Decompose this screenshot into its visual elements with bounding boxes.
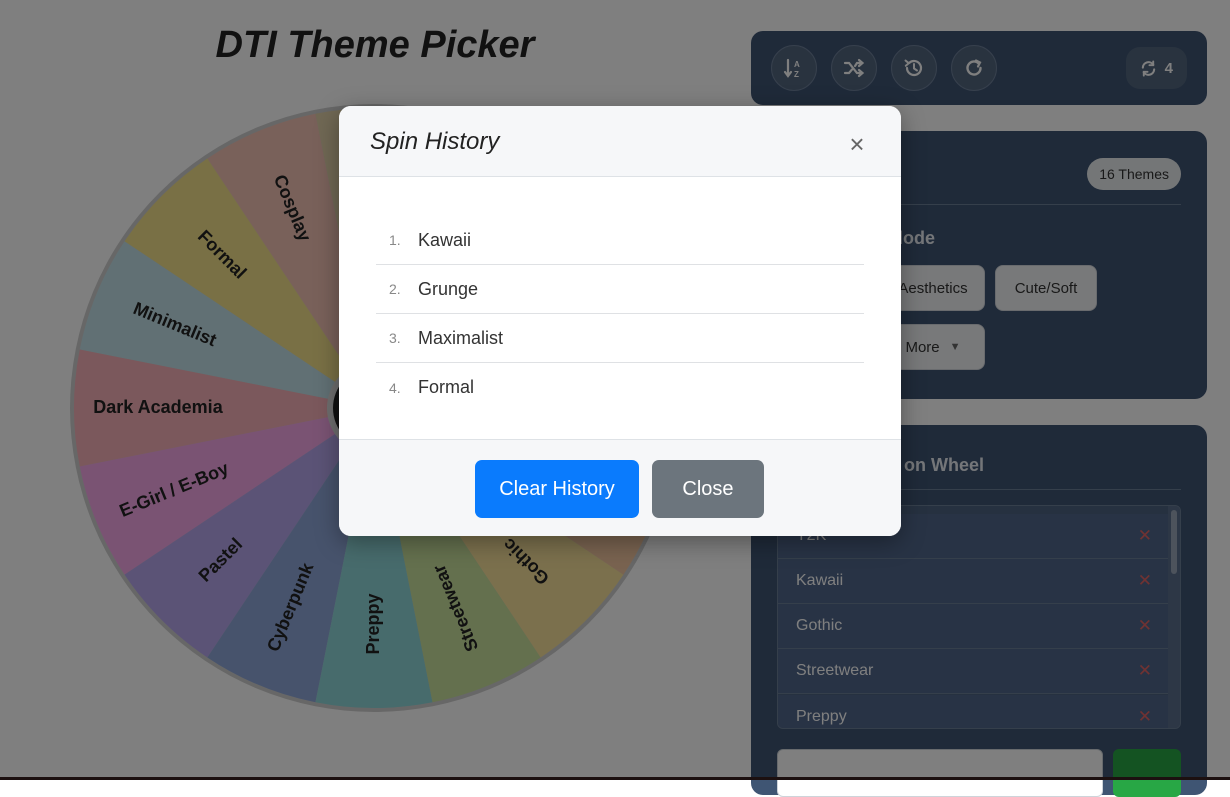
history-number: 4. <box>389 379 401 396</box>
history-list: 1. Kawaii 2. Grunge 3. Maximalist 4. For… <box>376 216 864 412</box>
modal-title: Spin History <box>370 128 500 155</box>
history-theme: Grunge <box>418 278 479 299</box>
history-theme: Maximalist <box>418 327 504 348</box>
modal-footer: Clear History Close <box>339 439 901 536</box>
history-item: 3. Maximalist <box>376 314 864 363</box>
spin-history-modal: Spin History × 1. Kawaii 2. Grunge 3. Ma… <box>339 106 901 536</box>
modal-header: Spin History × <box>339 106 901 177</box>
history-number: 1. <box>389 232 401 248</box>
history-number: 2. <box>389 281 401 297</box>
history-item: 1. Kawaii <box>376 216 864 265</box>
history-number: 3. <box>389 330 401 346</box>
close-button[interactable]: Close <box>652 460 764 518</box>
history-item: 2. Grunge <box>376 265 864 314</box>
clear-history-button[interactable]: Clear History <box>475 460 639 518</box>
history-theme: Formal <box>418 377 475 397</box>
history-item: 4. Formal <box>376 363 864 412</box>
close-icon[interactable]: × <box>843 130 871 158</box>
history-theme: Kawaii <box>418 229 472 250</box>
